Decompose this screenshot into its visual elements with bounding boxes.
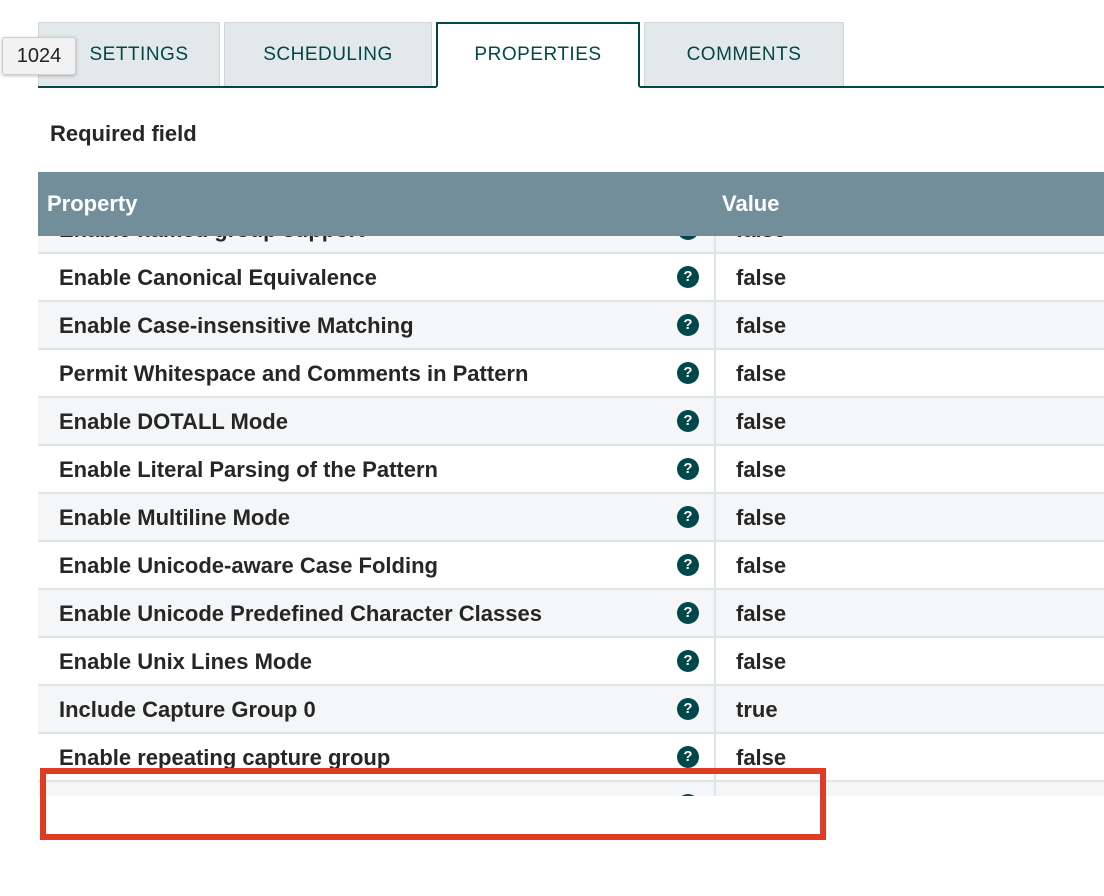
tab-comments[interactable]: COMMENTS [644,22,844,86]
table-row[interactable]: Enable DOTALL Mode? false [38,398,1104,446]
property-value[interactable]: false [736,265,786,291]
help-circle-icon[interactable]: ? [677,266,699,288]
help-circle-icon[interactable]: ? [677,794,699,796]
property-name: Enable Case-insensitive Matching [59,313,414,338]
property-value[interactable]: false [736,745,786,771]
property-name: Permit Whitespace and Comments in Patter… [59,361,529,386]
help-circle-icon[interactable]: ? [677,650,699,672]
tab-scheduling[interactable]: SCHEDULING [224,22,432,86]
table-row[interactable]: Enable Unicode-aware Case Folding? false [38,542,1104,590]
property-value[interactable]: false [736,409,786,435]
column-divider [714,590,716,636]
property-value[interactable]: false [736,505,786,531]
column-divider [714,542,716,588]
tab-comments-label: COMMENTS [686,43,802,65]
property-value[interactable]: false [736,236,786,243]
property-value[interactable]: false [736,601,786,627]
tab-properties[interactable]: PROPERTIES [436,22,640,88]
property-name: Enable Canonical Equivalence [59,265,377,290]
property-name: Enable Literal Parsing of the Pattern [59,457,438,482]
property-value[interactable]: true [736,697,778,723]
table-row[interactable]: Enable Multiline Mode? false [38,494,1104,542]
tab-properties-label: PROPERTIES [474,44,602,65]
table-row[interactable]: Enable Canonical Equivalence? false [38,254,1104,302]
property-name: Enable DOTALL Mode [59,409,288,434]
help-circle-icon[interactable]: ? [677,410,699,432]
table-row[interactable]: Enable Literal Parsing of the Pattern? fa… [38,446,1104,494]
tab-settings-label: SETTINGS [89,43,189,65]
property-name: Enable Unicode Predefined Character Clas… [59,601,542,626]
table-body[interactable]: Enable named group support?falseEnable C… [38,236,1104,796]
table-row[interactable]: Include Capture Group 0? true [38,686,1104,734]
help-circle-icon[interactable]: ? [677,698,699,720]
column-divider [714,398,716,444]
table-row[interactable]: Enable Unix Lines Mode? false [38,638,1104,686]
help-circle-icon[interactable]: ? [677,362,699,384]
property-name: Enable repeating capture group [59,745,391,770]
property-value[interactable]: false [736,457,786,483]
column-divider [714,446,716,492]
column-divider [714,254,716,300]
help-circle-icon[interactable]: ? [677,506,699,528]
property-value[interactable]: false [736,649,786,675]
help-circle-icon[interactable]: ? [677,236,699,240]
table-row[interactable]: Enable repeating capture group? false [38,734,1104,782]
property-name: Enable named group support [59,236,365,243]
column-header-property[interactable]: Property [47,191,137,217]
property-name: Enable Multiline Mode [59,505,291,530]
properties-table: Property Value Enable named group suppor… [38,172,1104,796]
help-circle-icon[interactable]: ? [677,602,699,624]
property-name: Enable Unix Lines Mode [59,649,313,674]
column-divider [714,236,716,252]
column-divider [714,350,716,396]
table-row[interactable]: Permit Whitespace and Comments in Patter… [38,350,1104,398]
property-value[interactable]: false [736,313,786,339]
help-circle-icon[interactable]: ? [677,314,699,336]
column-divider [714,782,716,796]
help-circle-icon[interactable]: ? [677,746,699,768]
column-divider [714,638,716,684]
column-divider [714,494,716,540]
property-value[interactable]: .* [736,793,751,796]
table-row[interactable]: my.url? .* [38,782,1104,796]
size-badge: 1024 [2,37,76,75]
column-divider [714,686,716,732]
required-field-label: Required field [50,121,197,146]
table-row[interactable]: Enable named group support? false [38,236,1104,254]
table-header: Property Value [38,172,1104,236]
property-value[interactable]: false [736,361,786,387]
property-value[interactable]: false [736,553,786,579]
property-name: my.url [59,793,117,796]
table-row[interactable]: Enable Unicode Predefined Character Clas… [38,590,1104,638]
property-name: Enable Unicode-aware Case Folding [59,553,438,578]
table-row[interactable]: Enable Case-insensitive Matching? false [38,302,1104,350]
help-circle-icon[interactable]: ? [677,458,699,480]
column-divider [714,734,716,780]
tab-scheduling-label: SCHEDULING [263,43,393,65]
column-divider [714,302,716,348]
help-circle-icon[interactable]: ? [677,554,699,576]
property-name: Include Capture Group 0 [59,697,316,722]
column-header-value[interactable]: Value [722,191,779,217]
